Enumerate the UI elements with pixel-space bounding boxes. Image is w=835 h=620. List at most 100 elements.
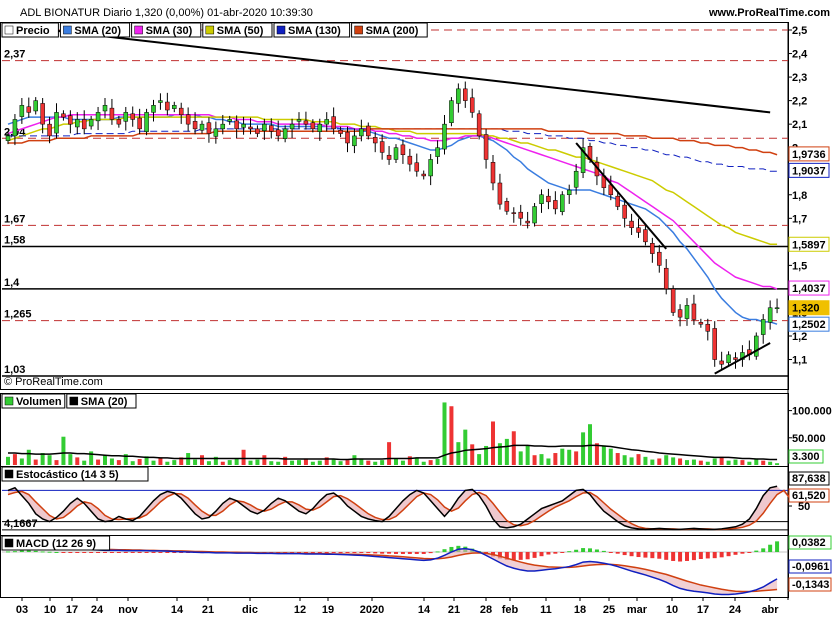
- macd-histogram-bar: [691, 552, 696, 561]
- volume-bar: [685, 460, 689, 465]
- x-tick-label: 24: [729, 604, 742, 616]
- volume-bar: [678, 458, 683, 465]
- macd-histogram-bar: [394, 552, 398, 554]
- volume-bar: [622, 455, 627, 465]
- volume-bar: [227, 460, 232, 465]
- candle-body: [19, 105, 25, 117]
- candle-body: [504, 201, 510, 212]
- x-tick-label: 12: [294, 604, 306, 616]
- macd-histogram-bar: [678, 552, 683, 562]
- macd-histogram-bar: [82, 552, 87, 553]
- stochastic-last-label: 87,638: [792, 473, 826, 485]
- macd-histogram-bar: [546, 552, 551, 555]
- macd-histogram-bar: [754, 550, 759, 552]
- macd-histogram-bar: [428, 552, 433, 554]
- volume-bar: [269, 461, 274, 465]
- candle-body: [144, 112, 149, 132]
- macd-histogram-bar: [68, 552, 73, 553]
- candle-body: [248, 126, 253, 130]
- macd-histogram-bar: [650, 552, 655, 559]
- macd-histogram-bar: [151, 552, 156, 553]
- macd-histogram-bar: [775, 541, 780, 552]
- macd-histogram-bar: [581, 548, 586, 552]
- candle-body: [525, 220, 530, 224]
- macd-histogram-bar: [130, 552, 135, 553]
- macd-histogram-bar: [400, 552, 405, 554]
- macd-histogram-bar: [96, 552, 101, 553]
- macd-histogram-bar: [359, 552, 364, 553]
- x-tick-label: 28: [480, 604, 492, 616]
- macd-histogram-bar: [719, 552, 724, 558]
- candle-body: [469, 97, 475, 113]
- macd-histogram-bar: [158, 552, 163, 553]
- volume-bar: [747, 461, 752, 465]
- macd-histogram-bar: [352, 552, 357, 553]
- candle-body: [220, 123, 226, 130]
- macd-histogram-bar: [435, 551, 440, 553]
- macd-histogram-bar: [601, 550, 606, 552]
- candle-body: [116, 119, 122, 125]
- volume-bar: [234, 458, 239, 465]
- candle-body: [774, 307, 780, 309]
- candle-body: [560, 194, 565, 212]
- price-ytick-label: 1,1: [792, 355, 807, 367]
- candle-body: [331, 116, 336, 130]
- candle-body: [691, 303, 697, 320]
- candle-body: [130, 113, 135, 120]
- volume-bar: [615, 453, 620, 465]
- candle-body: [269, 125, 274, 132]
- volume-bar: [290, 460, 295, 465]
- x-tick-label: 2020: [360, 604, 384, 616]
- candle-body: [407, 155, 413, 165]
- candle-body: [719, 360, 724, 365]
- price-ytick-label: 1,2: [792, 331, 807, 343]
- x-tick-label: 17: [697, 604, 709, 616]
- candle-body: [178, 107, 184, 115]
- candle-body: [33, 100, 38, 112]
- macd-histogram-bar: [380, 552, 385, 554]
- macd-histogram-bar: [532, 552, 537, 558]
- macd-histogram-bar: [407, 552, 412, 554]
- candle-body: [670, 288, 676, 313]
- macd-histogram-bar: [747, 552, 752, 553]
- macd-histogram-bar: [137, 552, 142, 553]
- x-tick-label: 18: [574, 604, 586, 616]
- macd-histogram-bar: [317, 552, 322, 553]
- candle-body: [5, 135, 11, 141]
- candle-body: [622, 204, 627, 219]
- candle-body: [338, 130, 343, 134]
- x-tick-label: 19: [322, 604, 334, 616]
- candle-body: [359, 128, 364, 137]
- legend-label: Estocástico (14 3 5): [16, 469, 119, 481]
- volume-bar: [525, 445, 530, 465]
- volume-bar: [691, 459, 696, 465]
- legend-label: MACD (12 26 9): [16, 538, 96, 550]
- volume-bar: [477, 454, 482, 465]
- candle-body: [379, 141, 385, 153]
- candle-body: [40, 103, 45, 125]
- volume-bar: [338, 461, 343, 465]
- macd-histogram-bar: [47, 551, 52, 553]
- candle-body: [68, 115, 73, 125]
- volume-bar: [588, 424, 592, 465]
- price-ytick-label: 2,4: [792, 49, 808, 61]
- candle-body: [95, 112, 101, 122]
- volume-bar: [511, 431, 516, 465]
- legend-label: SMA (130): [288, 25, 341, 37]
- macd-histogram-bar: [664, 552, 669, 560]
- volume-bar: [594, 443, 599, 465]
- candle-body: [657, 251, 662, 266]
- legend-swatch: [276, 25, 286, 35]
- x-tick-label: feb: [502, 604, 519, 616]
- price-level-label: 1,4: [4, 277, 20, 289]
- candle-body: [192, 121, 198, 130]
- chart-canvas: ADL BIONATUR Diario 1,320 (0,00%) 01-abr…: [0, 7, 832, 616]
- volume-bar: [768, 461, 773, 465]
- candle-body: [81, 119, 87, 130]
- legend-swatch: [4, 396, 14, 406]
- candle-body: [275, 129, 281, 137]
- x-tick-label: 21: [202, 604, 214, 616]
- macd-histogram-bar: [539, 552, 544, 557]
- volume-bar: [158, 458, 163, 465]
- volume-bar: [567, 449, 572, 465]
